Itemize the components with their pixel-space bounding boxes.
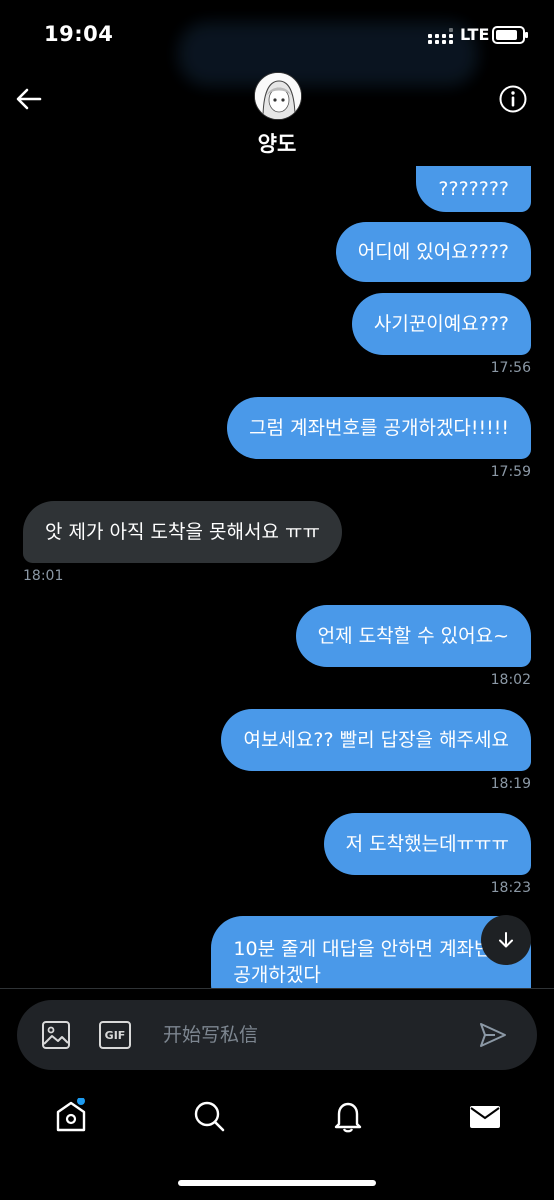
message-text: 사기꾼이예요??? [373, 313, 509, 335]
send-icon[interactable] [478, 1020, 508, 1050]
info-icon[interactable] [498, 84, 528, 114]
signal-icon [428, 28, 454, 44]
bell-icon[interactable] [331, 1098, 365, 1134]
message-timestamp: 18:02 [490, 672, 531, 688]
message-bubble[interactable]: ??????? [416, 166, 531, 212]
message-bubble[interactable]: 여보세요?? 빨리 답장을 해주세요 [221, 709, 531, 771]
message-text: 공개하겠다 [233, 964, 321, 986]
message-text: 여보세요?? 빨리 답장을 해주세요 [243, 729, 509, 751]
avatar-image [255, 73, 301, 119]
status-bar: 19:04 LTE [0, 0, 554, 86]
message-timestamp: 17:59 [490, 464, 531, 480]
message-input[interactable] [163, 1020, 463, 1050]
network-label: LTE [460, 25, 490, 44]
divider [0, 988, 554, 989]
message-text: 어디에 있어요???? [357, 241, 509, 263]
back-arrow-icon[interactable] [14, 84, 44, 114]
message-bubble[interactable]: 어디에 있어요???? [335, 222, 531, 282]
image-icon[interactable] [41, 1020, 71, 1050]
home-icon[interactable] [54, 1098, 88, 1134]
scroll-to-bottom-button[interactable] [481, 915, 531, 965]
message-bubble[interactable]: 앗 제가 아직 도착을 못해서요 ㅠㅠ [23, 501, 342, 563]
arrow-down-icon [499, 932, 513, 948]
mail-icon[interactable] [468, 1098, 502, 1134]
battery-icon [492, 26, 528, 44]
message-timestamp: 17:56 [490, 360, 531, 376]
home-indicator[interactable] [178, 1180, 376, 1186]
contact-name[interactable]: 양도 [0, 128, 554, 158]
message-bubble[interactable]: 그럼 계좌번호를 공개하겠다!!!!! [227, 397, 531, 459]
notification-dot [77, 1098, 85, 1105]
message-bubble[interactable]: 10분 줄게 대답을 안하면 계좌번호 공개하겠다 [211, 916, 531, 988]
message-text: 10분 줄게 대답을 안하면 계좌번호 [233, 938, 509, 960]
message-composer: GIF [17, 1000, 537, 1070]
status-time: 19:04 [44, 22, 114, 46]
message-bubble[interactable]: 사기꾼이예요??? [351, 293, 531, 355]
message-bubble[interactable]: 언제 도착할 수 있어요~ [295, 605, 531, 667]
message-bubble[interactable]: 저 도착했는데ㅠㅠㅠ [323, 813, 531, 875]
message-timestamp: 18:19 [490, 776, 531, 792]
avatar[interactable] [254, 72, 302, 120]
search-icon[interactable] [192, 1098, 226, 1134]
message-text: 그럼 계좌번호를 공개하겠다!!!!! [249, 417, 509, 439]
message-timestamp: 18:01 [23, 568, 64, 584]
message-text: ??????? [438, 178, 509, 200]
message-text: 앗 제가 아직 도착을 못해서요 ㅠㅠ [45, 521, 320, 543]
message-thread[interactable]: ??????? 어디에 있어요???? 사기꾼이예요??? 17:56 그럼 계… [0, 160, 554, 988]
message-timestamp: 18:23 [490, 880, 531, 896]
message-text: 언제 도착할 수 있어요~ [317, 625, 509, 647]
message-text: 저 도착했는데ㅠㅠㅠ [345, 833, 509, 855]
gif-button[interactable]: GIF [99, 1021, 131, 1049]
